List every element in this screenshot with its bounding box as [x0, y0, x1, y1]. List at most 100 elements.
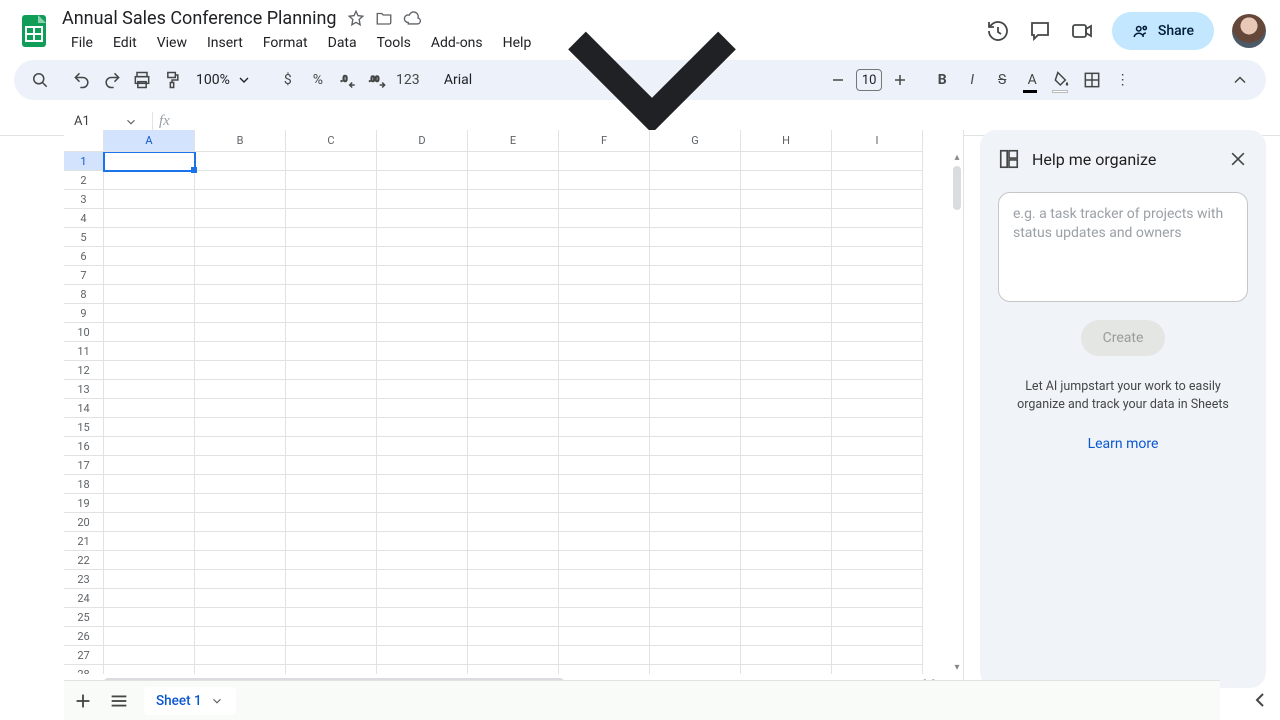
- cell[interactable]: [832, 247, 923, 266]
- cell[interactable]: [650, 494, 741, 513]
- cell[interactable]: [832, 418, 923, 437]
- cell[interactable]: [832, 627, 923, 646]
- row-header[interactable]: 1: [64, 152, 104, 171]
- menu-file[interactable]: File: [62, 31, 102, 55]
- cell[interactable]: [195, 342, 286, 361]
- cell[interactable]: [286, 665, 377, 674]
- cell[interactable]: [377, 494, 468, 513]
- fill-color-icon[interactable]: [1050, 68, 1074, 92]
- cell[interactable]: [104, 418, 195, 437]
- cell[interactable]: [650, 171, 741, 190]
- cell[interactable]: [468, 665, 559, 674]
- cell[interactable]: [104, 532, 195, 551]
- row-header[interactable]: 14: [64, 399, 104, 418]
- increase-font-size-icon[interactable]: [888, 68, 912, 92]
- cell[interactable]: [559, 513, 650, 532]
- cell[interactable]: [559, 418, 650, 437]
- star-icon[interactable]: [347, 9, 365, 27]
- cell[interactable]: [468, 475, 559, 494]
- currency-format-icon[interactable]: $: [276, 68, 300, 92]
- undo-icon[interactable]: [70, 68, 94, 92]
- cell[interactable]: [377, 513, 468, 532]
- cell[interactable]: [650, 304, 741, 323]
- scroll-up-icon[interactable]: ▴: [951, 152, 963, 164]
- cell[interactable]: [559, 608, 650, 627]
- cell[interactable]: [104, 551, 195, 570]
- cell[interactable]: [741, 551, 832, 570]
- cell[interactable]: [650, 266, 741, 285]
- cell[interactable]: [650, 399, 741, 418]
- cell[interactable]: [468, 456, 559, 475]
- cell[interactable]: [468, 494, 559, 513]
- cell[interactable]: [741, 437, 832, 456]
- redo-icon[interactable]: [100, 68, 124, 92]
- cell[interactable]: [832, 266, 923, 285]
- menu-tools[interactable]: Tools: [368, 31, 420, 55]
- cell[interactable]: [741, 627, 832, 646]
- cell[interactable]: [741, 665, 832, 674]
- cell[interactable]: [468, 304, 559, 323]
- cell[interactable]: [650, 247, 741, 266]
- cell[interactable]: [377, 342, 468, 361]
- cell[interactable]: [195, 380, 286, 399]
- row-header[interactable]: 4: [64, 209, 104, 228]
- row-header[interactable]: 22: [64, 551, 104, 570]
- column-header[interactable]: A: [104, 130, 195, 152]
- cell[interactable]: [741, 570, 832, 589]
- cell[interactable]: [377, 247, 468, 266]
- cell[interactable]: [559, 475, 650, 494]
- cell[interactable]: [468, 646, 559, 665]
- side-rail-toggle-icon[interactable]: [1248, 688, 1272, 712]
- cell[interactable]: [559, 228, 650, 247]
- cell[interactable]: [377, 399, 468, 418]
- cell[interactable]: [741, 285, 832, 304]
- bold-icon[interactable]: B: [930, 68, 954, 92]
- cell[interactable]: [468, 551, 559, 570]
- cell[interactable]: [741, 532, 832, 551]
- cell[interactable]: [377, 437, 468, 456]
- cell[interactable]: [468, 228, 559, 247]
- cell[interactable]: [377, 190, 468, 209]
- cell[interactable]: [286, 418, 377, 437]
- row-header[interactable]: 13: [64, 380, 104, 399]
- cell[interactable]: [650, 475, 741, 494]
- cell[interactable]: [286, 475, 377, 494]
- cell[interactable]: [377, 266, 468, 285]
- cell[interactable]: [377, 228, 468, 247]
- cell[interactable]: [195, 589, 286, 608]
- cell[interactable]: [195, 437, 286, 456]
- learn-more-link[interactable]: Learn more: [998, 436, 1248, 452]
- cell[interactable]: [832, 494, 923, 513]
- cell[interactable]: [468, 608, 559, 627]
- cell[interactable]: [832, 646, 923, 665]
- row-header[interactable]: 23: [64, 570, 104, 589]
- cell[interactable]: [286, 209, 377, 228]
- cell[interactable]: [741, 247, 832, 266]
- row-header[interactable]: 18: [64, 475, 104, 494]
- cell[interactable]: [559, 380, 650, 399]
- cell[interactable]: [741, 209, 832, 228]
- row-header[interactable]: 11: [64, 342, 104, 361]
- cell[interactable]: [468, 190, 559, 209]
- cell[interactable]: [377, 418, 468, 437]
- cell[interactable]: [650, 646, 741, 665]
- cell[interactable]: [104, 570, 195, 589]
- cell[interactable]: [104, 665, 195, 674]
- cell[interactable]: [832, 171, 923, 190]
- cell[interactable]: [104, 437, 195, 456]
- cell[interactable]: [741, 323, 832, 342]
- cell[interactable]: [832, 456, 923, 475]
- cell[interactable]: [832, 380, 923, 399]
- cell[interactable]: [832, 361, 923, 380]
- cell[interactable]: [832, 323, 923, 342]
- more-formats-icon[interactable]: 123: [396, 68, 420, 92]
- cell[interactable]: [741, 152, 832, 171]
- cell[interactable]: [195, 285, 286, 304]
- cell[interactable]: [104, 266, 195, 285]
- cell[interactable]: [377, 285, 468, 304]
- strikethrough-icon[interactable]: S: [990, 68, 1014, 92]
- cell[interactable]: [195, 304, 286, 323]
- cell[interactable]: [104, 285, 195, 304]
- all-sheets-icon[interactable]: [108, 690, 130, 712]
- cell[interactable]: [559, 361, 650, 380]
